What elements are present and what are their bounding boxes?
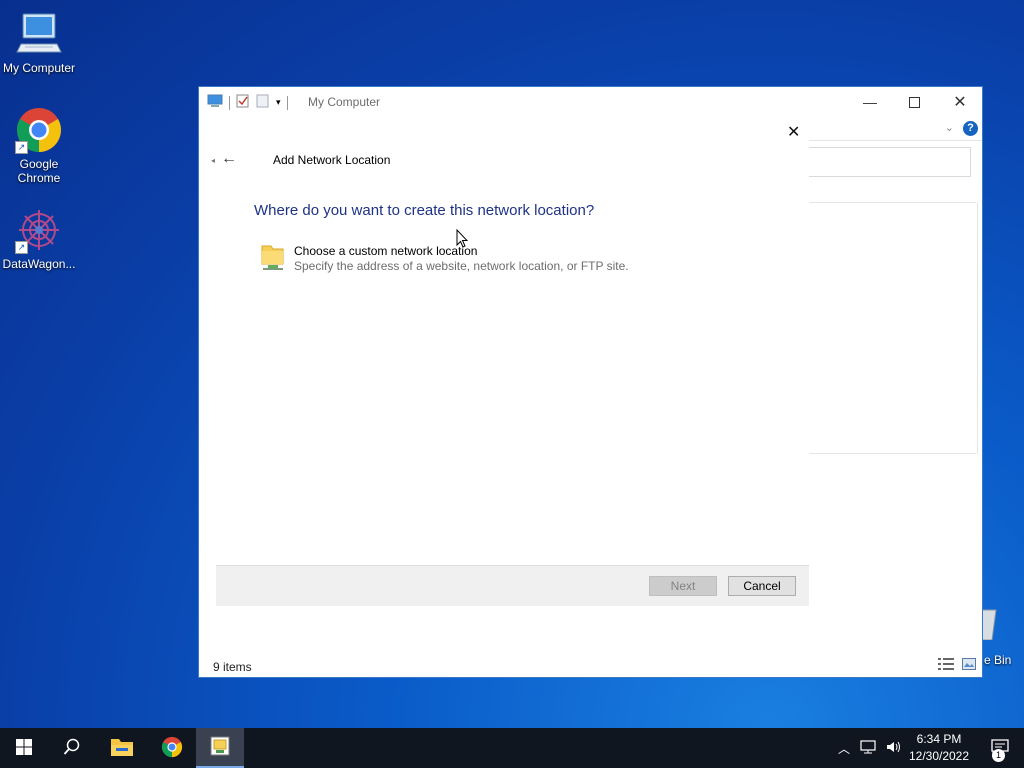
search-input[interactable]	[809, 147, 971, 177]
taskbar-clock[interactable]: 6:34 PM 12/30/2022	[903, 731, 975, 765]
shortcut-arrow-icon: ↗	[15, 241, 28, 254]
minimize-button[interactable]: —	[847, 87, 893, 117]
minimize-icon: —	[863, 94, 877, 110]
volume-icon[interactable]	[886, 740, 902, 757]
option-label: Choose a custom network location	[294, 244, 478, 258]
ribbon-expand-chevron-icon[interactable]: ⌄	[945, 121, 954, 134]
view-toggle-group	[938, 658, 976, 673]
ribbon-divider	[809, 140, 982, 141]
mouse-cursor-icon	[456, 228, 469, 251]
network-icon[interactable]	[860, 739, 876, 757]
folder-icon	[110, 737, 134, 760]
next-button[interactable]: Next	[649, 576, 717, 596]
desktop-icon-label: Google Chrome	[17, 157, 61, 185]
network-folder-icon	[259, 242, 287, 275]
desktop-icon-datawagon[interactable]: ↗ DataWagon...	[0, 206, 78, 271]
desktop-icon-my-computer[interactable]: My Computer	[0, 10, 78, 75]
content-divider	[809, 202, 976, 203]
content-divider	[809, 453, 976, 454]
desktop-icon-label: My Computer	[2, 61, 76, 75]
maximize-icon	[908, 96, 920, 108]
start-button[interactable]	[0, 728, 48, 768]
add-network-location-wizard[interactable]: ✕ ◂ ← Add Network Location Where do you …	[199, 114, 809, 614]
datawagon-icon: ↗	[15, 206, 63, 254]
chrome-icon: ↗	[15, 106, 63, 154]
search-button[interactable]	[48, 728, 96, 768]
desktop-icon-label: DataWagon...	[2, 257, 76, 271]
back-arrow-icon: ←	[221, 150, 237, 167]
clock-time: 6:34 PM	[916, 732, 962, 746]
new-folder-icon[interactable]	[256, 94, 270, 111]
clock-date: 12/30/2022	[908, 749, 970, 763]
taskbar-network-wizard[interactable]	[196, 728, 244, 768]
back-button[interactable]: ←	[221, 150, 237, 168]
wizard-close-button[interactable]: ✕	[787, 122, 800, 142]
wizard-title: Add Network Location	[273, 153, 391, 167]
close-icon: ✕	[787, 124, 801, 141]
window-title: My Computer	[308, 95, 381, 109]
search-icon	[63, 738, 81, 759]
toolbar-divider	[229, 95, 230, 110]
taskbar-file-explorer[interactable]	[98, 728, 146, 768]
cancel-button[interactable]: Cancel	[728, 576, 796, 596]
status-item-count: 9 items	[213, 660, 252, 674]
network-wizard-icon	[209, 735, 231, 760]
desktop-icon-recycle-bin[interactable]: e Bin	[976, 604, 1024, 674]
details-view-icon[interactable]	[938, 658, 954, 673]
maximize-button[interactable]	[891, 87, 937, 117]
properties-icon[interactable]	[236, 94, 250, 111]
notification-count-badge: 1	[992, 749, 1005, 762]
quick-access-toolbar: ▾	[207, 94, 288, 111]
taskbar: ︿ 6:34 PM 12/30/2022	[0, 728, 1024, 768]
action-center-button[interactable]	[976, 728, 1024, 768]
large-icons-view-icon[interactable]	[962, 658, 976, 673]
taskbar-chrome[interactable]	[148, 728, 196, 768]
windows-logo-icon	[16, 738, 32, 758]
scroll-left-icon: ◂	[211, 156, 216, 165]
content-divider	[977, 202, 978, 454]
desktop-icon-label: e Bin	[984, 653, 1012, 667]
toolbar-divider	[286, 95, 288, 110]
help-icon[interactable]: ?	[963, 121, 978, 136]
computer-icon	[15, 10, 63, 58]
show-hidden-icons-chevron-icon[interactable]: ︿	[838, 740, 850, 757]
computer-small-icon	[207, 94, 223, 111]
close-icon: ✕	[953, 94, 967, 111]
wizard-heading: Where do you want to create this network…	[254, 202, 595, 219]
wizard-footer: Next Cancel	[216, 565, 809, 606]
option-description: Specify the address of a website, networ…	[294, 259, 629, 273]
customize-dropdown-icon[interactable]: ▾	[276, 97, 281, 108]
shortcut-arrow-icon: ↗	[15, 141, 28, 154]
close-button[interactable]: ✕	[937, 87, 983, 117]
desktop-icon-google-chrome[interactable]: ↗ Google Chrome	[0, 106, 78, 185]
custom-network-location-option[interactable]: Choose a custom network location Specify…	[255, 238, 635, 278]
system-tray: ︿	[838, 728, 902, 768]
chrome-icon	[161, 736, 183, 761]
title-bar[interactable]: ▾ My Computer — ✕	[199, 87, 982, 117]
